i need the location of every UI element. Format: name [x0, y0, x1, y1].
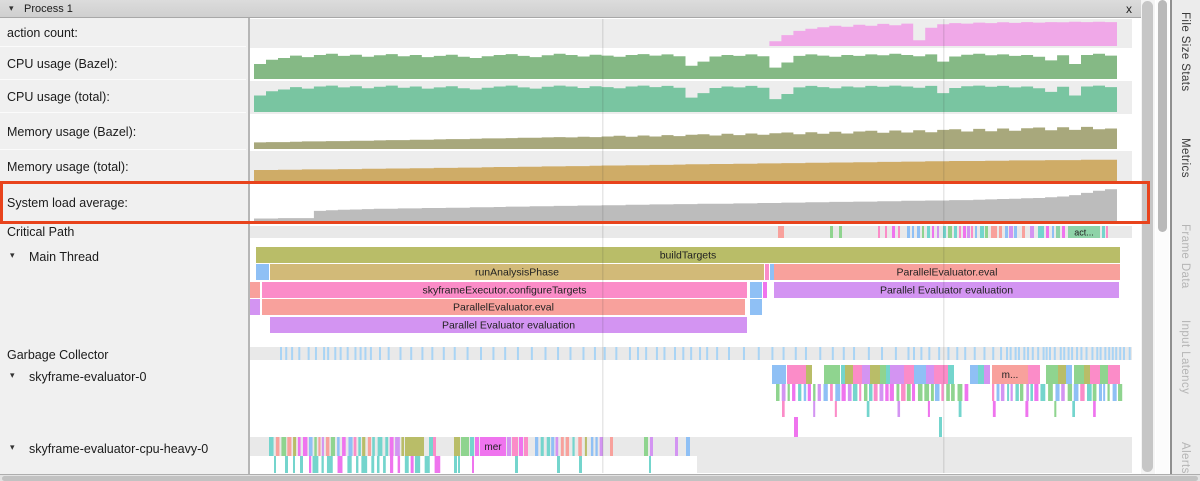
svg-text:skyframeExecutor.configureTarg: skyframeExecutor.configureTargets — [423, 285, 587, 297]
tab-alerts[interactable]: Alerts — [1179, 442, 1191, 474]
horizontal-scrollbar[interactable] — [0, 474, 1200, 481]
sidebar-item-critical-path[interactable]: Critical Path — [0, 223, 246, 240]
track-label: Critical Path — [7, 225, 74, 239]
sidebar-item-main-thread[interactable]: ▾Main Thread — [0, 246, 246, 266]
svg-text:act...: act... — [1074, 228, 1094, 238]
svg-text:Parallel Evaluator evaluation: Parallel Evaluator evaluation — [442, 320, 575, 332]
track-label: System load average: — [7, 196, 128, 210]
svg-text:buildTargets: buildTargets — [660, 250, 717, 262]
sidebar-item-action-count[interactable]: action count: — [0, 19, 246, 47]
sidebar-item-cpu-usage-bazel[interactable]: CPU usage (Bazel): — [0, 48, 246, 80]
tab-input-latency[interactable]: Input Latency — [1179, 320, 1191, 394]
svg-text:Parallel Evaluator evaluation: Parallel Evaluator evaluation — [880, 285, 1013, 297]
track-label: Main Thread — [29, 250, 99, 264]
track-label: CPU usage (total): — [7, 90, 110, 104]
timeline-svg: act... buildTargets runAnalysisPhase Parall… — [250, 18, 1140, 474]
svg-text:ParallelEvaluator.eval: ParallelEvaluator.eval — [897, 267, 998, 279]
tab-metrics[interactable]: Metrics — [1179, 138, 1191, 178]
window-vertical-scrollbar-thumb[interactable] — [1158, 0, 1167, 232]
sidebar-item-system-load-average[interactable]: System load average: — [0, 184, 246, 222]
chevron-down-icon[interactable]: ▾ — [7, 250, 29, 261]
window-vertical-scrollbar[interactable] — [1156, 0, 1169, 474]
track-label: CPU usage (Bazel): — [7, 57, 117, 71]
track-label: action count: — [7, 26, 78, 40]
sidebar-item-skyframe-evaluator-cpu-heavy-0[interactable]: ▾skyframe-evaluator-cpu-heavy-0 — [0, 438, 246, 458]
svg-text:mer: mer — [484, 442, 502, 453]
svg-text:ParallelEvaluator.eval: ParallelEvaluator.eval — [453, 302, 554, 314]
sidebar-item-skyframe-evaluator-0[interactable]: ▾skyframe-evaluator-0 — [0, 366, 246, 386]
panel-title: Process 1 — [24, 3, 73, 15]
sidebar-item-memory-usage-bazel[interactable]: Memory usage (Bazel): — [0, 114, 246, 150]
panel-header[interactable]: ▾ Process 1 x — [0, 0, 1155, 18]
close-icon[interactable]: x — [1122, 2, 1136, 16]
track-label: Memory usage (Bazel): — [7, 125, 136, 139]
tab-file-size-stats[interactable]: File Size Stats — [1179, 12, 1191, 92]
chevron-down-icon[interactable]: ▾ — [7, 442, 29, 453]
collapse-arrow-icon[interactable]: ▾ — [9, 3, 14, 14]
svg-text:m...: m... — [1002, 370, 1019, 381]
sidebar-item-memory-usage-total[interactable]: Memory usage (total): — [0, 151, 246, 183]
sidebar-item-garbage-collector[interactable]: Garbage Collector — [0, 346, 246, 363]
track-label: Garbage Collector — [7, 348, 108, 362]
panel-vertical-scrollbar-thumb[interactable] — [1142, 1, 1153, 472]
right-tab-rail: File Size Stats Metrics Frame Data Input… — [1170, 0, 1200, 474]
tab-frame-data[interactable]: Frame Data — [1179, 224, 1191, 289]
chevron-down-icon[interactable]: ▾ — [7, 370, 29, 381]
track-label: Memory usage (total): — [7, 160, 129, 174]
track-label: skyframe-evaluator-cpu-heavy-0 — [29, 442, 208, 456]
process-panel: ▾ Process 1 x action count: CPU usage (B… — [0, 0, 1155, 474]
sidebar-item-cpu-usage-total[interactable]: CPU usage (total): — [0, 81, 246, 113]
track-label: skyframe-evaluator-0 — [29, 370, 146, 384]
svg-text:runAnalysisPhase: runAnalysisPhase — [475, 267, 559, 279]
timeline-canvas[interactable]: act... buildTargets runAnalysisPhase Parall… — [250, 18, 1140, 474]
panel-vertical-scrollbar[interactable] — [1141, 0, 1155, 474]
track-label-sidebar: action count: CPU usage (Bazel): CPU usa… — [0, 18, 250, 474]
horizontal-scrollbar-thumb[interactable] — [2, 476, 1198, 481]
